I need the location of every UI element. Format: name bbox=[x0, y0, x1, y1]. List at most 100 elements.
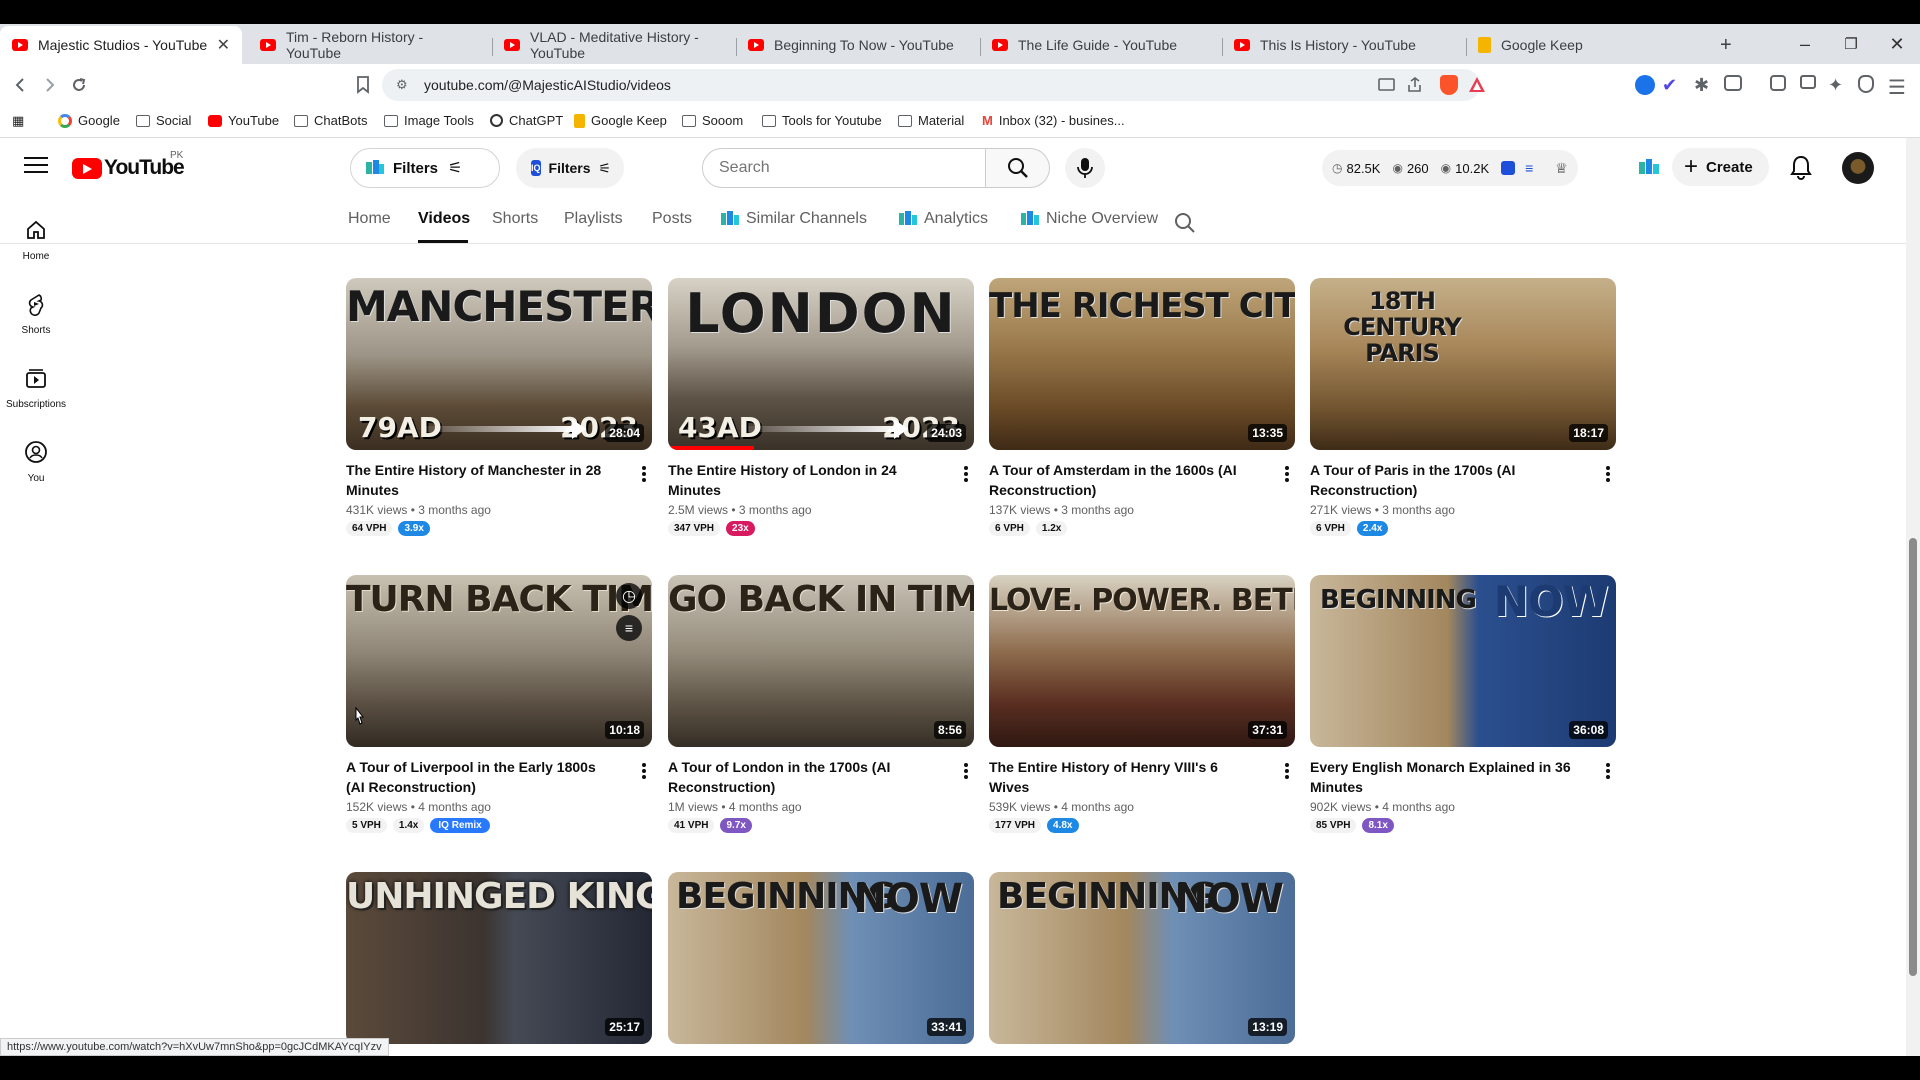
voice-search-button[interactable] bbox=[1065, 148, 1105, 188]
bookmark-folder-social[interactable]: Social bbox=[136, 113, 191, 128]
filters-button-1[interactable]: Filters ⚟ bbox=[350, 148, 500, 188]
vidiq-tool-icon[interactable] bbox=[1638, 158, 1660, 178]
check-extension-icon[interactable]: ✔ bbox=[1662, 75, 1682, 95]
restore-button[interactable]: ❐ bbox=[1828, 24, 1874, 64]
browser-tab[interactable]: Beginning To Now - YouTube bbox=[736, 26, 978, 64]
trophy-icon[interactable]: ♕ bbox=[1555, 160, 1568, 177]
video-thumbnail[interactable]: TURN BACK TIME ◷ ≡ 10:18 bbox=[346, 575, 652, 747]
watch-later-icon[interactable]: ◷ bbox=[616, 583, 642, 609]
close-tab-icon[interactable]: ✕ bbox=[217, 35, 230, 55]
video-card[interactable]: BEGINNING NOW 36:08 Every English Monarc… bbox=[1310, 575, 1616, 833]
tab-similar-channels[interactable]: Similar Channels bbox=[720, 210, 867, 228]
video-title[interactable]: A Tour of London in the 1700s (AI Recons… bbox=[668, 757, 938, 797]
tab-playlists[interactable]: Playlists bbox=[564, 210, 623, 228]
back-button[interactable] bbox=[8, 72, 34, 98]
more-actions-icon[interactable] bbox=[1279, 759, 1295, 783]
tab-home[interactable]: Home bbox=[348, 210, 391, 228]
puzzle-extensions-icon[interactable]: ✱ bbox=[1694, 75, 1714, 95]
guide-item-shorts[interactable]: Shorts bbox=[0, 292, 72, 336]
vidiq-icon[interactable] bbox=[1501, 161, 1516, 175]
video-card[interactable]: THE RICHEST CITY 13:35 A Tour of Amsterd… bbox=[989, 278, 1295, 536]
scrollbar-thumb[interactable] bbox=[1909, 538, 1917, 976]
video-card[interactable]: UNHINGED KINGS 25:17 bbox=[346, 872, 652, 1044]
video-thumbnail[interactable]: MANCHESTER 79AD 2023 28:04 bbox=[346, 278, 652, 450]
account-avatar[interactable] bbox=[1842, 152, 1874, 184]
browser-menu-icon[interactable]: ☰ bbox=[1888, 75, 1908, 99]
channel-search-icon[interactable] bbox=[1174, 212, 1196, 234]
bookmark-inbox[interactable]: M Inbox (32) - busines... bbox=[982, 113, 1125, 128]
video-card[interactable]: TURN BACK TIME ◷ ≡ 10:18 A Tour of Liver… bbox=[346, 575, 652, 833]
more-actions-icon[interactable] bbox=[636, 759, 652, 783]
video-card[interactable]: BEGINNING NOW 13:19 bbox=[989, 872, 1295, 1044]
video-thumbnail[interactable]: 18TH CENTURY PARIS 18:17 bbox=[1310, 278, 1616, 450]
brave-shield-icon[interactable] bbox=[1440, 75, 1458, 95]
video-title[interactable]: The Entire History of Henry VIII's 6 Wiv… bbox=[989, 757, 1259, 797]
video-thumbnail[interactable]: UNHINGED KINGS 25:17 bbox=[346, 872, 652, 1044]
filters-button-2[interactable]: IQ Filters ⚟ bbox=[516, 148, 624, 188]
create-button[interactable]: + Create bbox=[1672, 148, 1769, 186]
video-card[interactable]: BEGINNING NOW 33:41 bbox=[668, 872, 974, 1044]
bookmark-folder-material[interactable]: Material bbox=[898, 113, 964, 128]
site-info-icon[interactable]: ⚙ bbox=[396, 77, 408, 93]
more-actions-icon[interactable] bbox=[1279, 462, 1295, 486]
search-button[interactable] bbox=[986, 148, 1050, 188]
video-thumbnail[interactable]: LONDON 43AD 2023 24:03 bbox=[668, 278, 974, 450]
bookmark-google[interactable]: Google bbox=[58, 113, 120, 128]
tab-posts[interactable]: Posts bbox=[652, 210, 692, 228]
bookmark-youtube[interactable]: YouTube bbox=[208, 113, 279, 128]
tab-analytics[interactable]: Analytics bbox=[898, 210, 988, 228]
browser-tab[interactable]: Google Keep bbox=[1466, 26, 1708, 64]
search-input[interactable]: Search bbox=[702, 148, 986, 188]
apps-grid-icon[interactable]: ▦ bbox=[12, 113, 24, 129]
more-actions-icon[interactable] bbox=[636, 462, 652, 486]
video-thumbnail[interactable]: THE RICHEST CITY 13:35 bbox=[989, 278, 1295, 450]
video-title[interactable]: A Tour of Amsterdam in the 1600s (AI Rec… bbox=[989, 460, 1259, 500]
video-card[interactable]: MANCHESTER 79AD 2023 28:04 The Entire Hi… bbox=[346, 278, 652, 536]
bookmark-folder-image-tools[interactable]: Image Tools bbox=[384, 113, 474, 128]
browser-tab-active[interactable]: Majestic Studios - YouTube ✕ bbox=[0, 26, 242, 64]
browser-tab[interactable]: VLAD - Meditative History - YouTube bbox=[492, 26, 734, 64]
tab-niche-overview[interactable]: Niche Overview bbox=[1020, 210, 1158, 228]
video-title[interactable]: The Entire History of London in 24 Minut… bbox=[668, 460, 938, 500]
reload-button[interactable] bbox=[66, 72, 92, 98]
share-icon[interactable] bbox=[1406, 76, 1424, 94]
video-thumbnail[interactable]: BEGINNING NOW 36:08 bbox=[1310, 575, 1616, 747]
tab-shorts[interactable]: Shorts bbox=[492, 210, 538, 228]
more-actions-icon[interactable] bbox=[958, 759, 974, 783]
bookmark-folder-tools-for-youtube[interactable]: Tools for Youtube bbox=[762, 113, 882, 128]
video-thumbnail[interactable]: GO BACK IN TIME 8:56 bbox=[668, 575, 974, 747]
minimize-button[interactable]: – bbox=[1782, 24, 1828, 64]
video-card[interactable]: GO BACK IN TIME 8:56 A Tour of London in… bbox=[668, 575, 974, 833]
leo-ai-icon[interactable]: ✦ bbox=[1828, 75, 1848, 95]
guide-item-home[interactable]: Home bbox=[0, 218, 72, 262]
bookmark-folder-chatbots[interactable]: ChatBots bbox=[294, 113, 367, 128]
brave-rewards-icon[interactable] bbox=[1468, 76, 1486, 94]
video-card[interactable]: LOVE. POWER. BETRAYAL. 37:31 The Entire … bbox=[989, 575, 1295, 833]
channel-stats-widget[interactable]: ◷ 82.5K ◉ 260 ◉ 10.2K ≡ ♕ bbox=[1322, 150, 1578, 186]
video-thumbnail[interactable]: BEGINNING NOW 13:19 bbox=[989, 872, 1295, 1044]
bookmark-google-keep[interactable]: Google Keep bbox=[574, 113, 667, 128]
chat-list-icon[interactable]: ≡ bbox=[1525, 160, 1533, 176]
video-title[interactable]: A Tour of Paris in the 1700s (AI Reconst… bbox=[1310, 460, 1580, 500]
bookmark-chatgpt[interactable]: ChatGPT bbox=[490, 113, 563, 128]
tab-videos[interactable]: Videos bbox=[418, 210, 470, 228]
guide-item-subscriptions[interactable]: Subscriptions bbox=[0, 366, 72, 410]
wallet-icon[interactable] bbox=[1800, 75, 1816, 89]
video-card[interactable]: LONDON 43AD 2023 24:03 The Entire Histor… bbox=[668, 278, 974, 536]
cast-icon[interactable] bbox=[1378, 77, 1396, 93]
tab-search-icon[interactable] bbox=[1724, 75, 1742, 91]
add-to-queue-icon[interactable]: ≡ bbox=[616, 615, 642, 641]
address-bar[interactable]: ⚙ youtube.com/@MajesticAIStudio/videos bbox=[382, 69, 1485, 101]
extension-icon[interactable] bbox=[1635, 75, 1655, 95]
more-actions-icon[interactable] bbox=[958, 462, 974, 486]
browser-tab[interactable]: This Is History - YouTube bbox=[1222, 26, 1464, 64]
video-title[interactable]: A Tour of Liverpool in the Early 1800s (… bbox=[346, 757, 616, 797]
guide-item-you[interactable]: You bbox=[0, 440, 72, 484]
video-title[interactable]: The Entire History of Manchester in 28 M… bbox=[346, 460, 616, 500]
close-window-button[interactable]: ✕ bbox=[1874, 24, 1920, 64]
forward-button[interactable] bbox=[36, 72, 62, 98]
youtube-logo[interactable]: YouTube PK bbox=[72, 150, 185, 180]
hamburger-menu-icon[interactable] bbox=[24, 157, 48, 175]
video-thumbnail[interactable]: BEGINNING NOW 33:41 bbox=[668, 872, 974, 1044]
page-scrollbar[interactable] bbox=[1906, 138, 1920, 1056]
